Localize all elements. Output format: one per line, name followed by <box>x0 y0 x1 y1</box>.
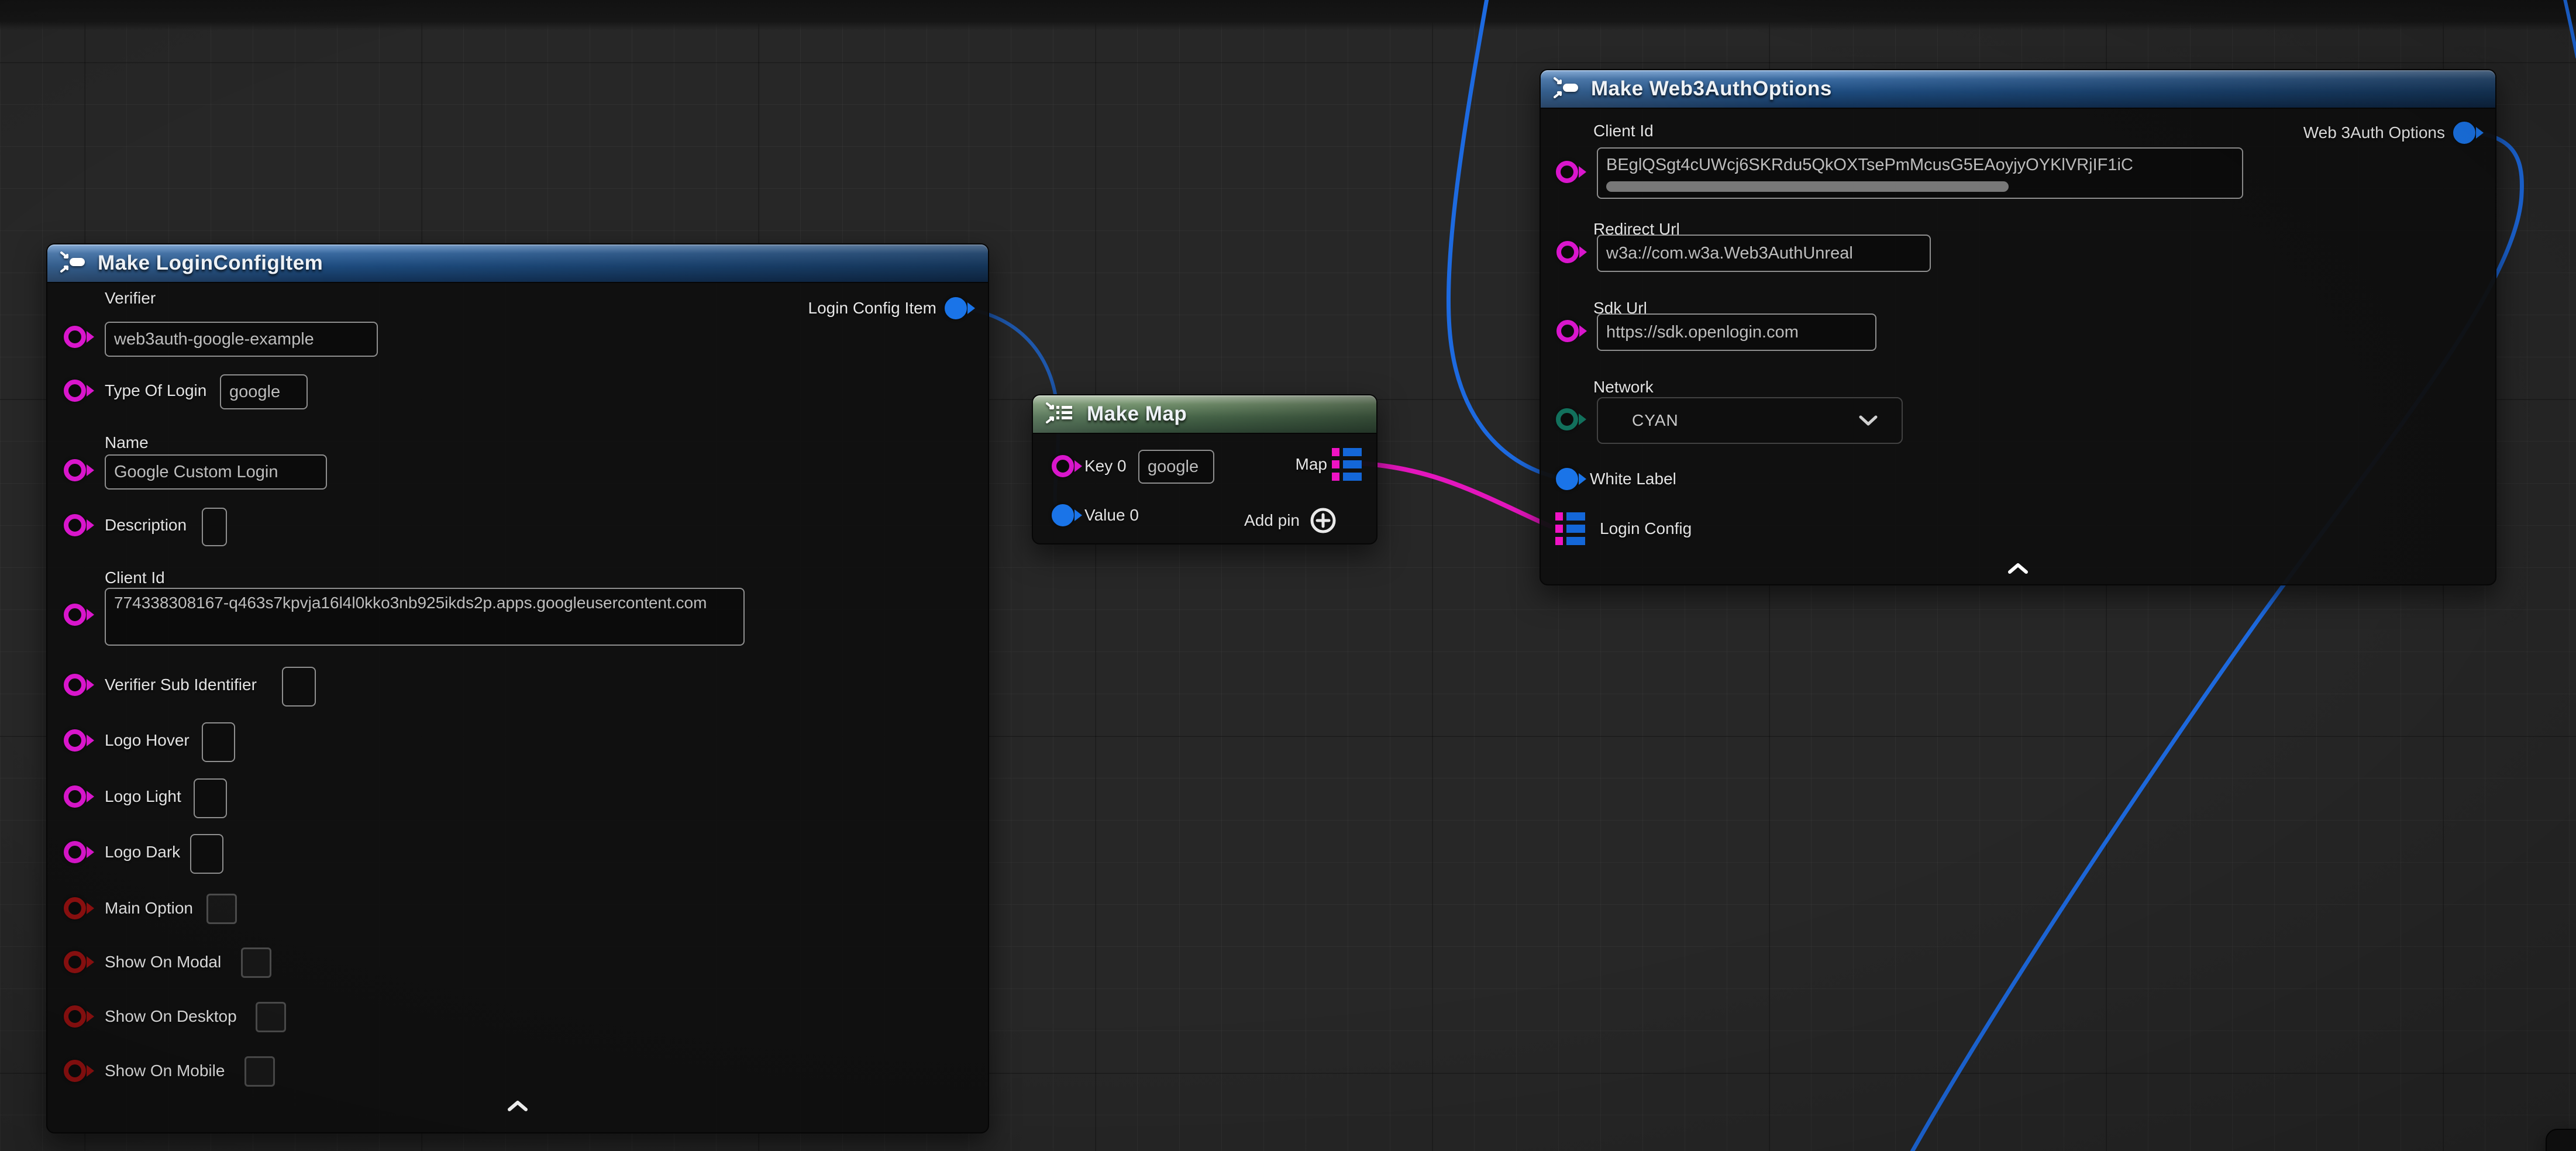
output-pin-label: Login Config Item <box>808 299 936 318</box>
pin-label-client-id: Client Id <box>1593 122 1654 140</box>
pin-label-show-on-modal: Show On Modal <box>105 953 221 971</box>
pin-sdk-url[interactable] <box>1556 320 1579 342</box>
logo-hover-input[interactable] <box>202 722 235 762</box>
node-title: Make Map <box>1087 402 1187 426</box>
pin-verifier-sub-identifier[interactable] <box>64 674 86 696</box>
plus-circle-icon <box>1309 506 1337 535</box>
chevron-up-icon <box>506 1100 529 1112</box>
pin-login-config[interactable] <box>1555 512 1585 545</box>
pin-network[interactable] <box>1556 408 1578 430</box>
description-input[interactable] <box>202 508 227 546</box>
pin-map-output[interactable] <box>1332 448 1362 481</box>
pin-logo-dark[interactable] <box>64 841 86 863</box>
make-struct-icon <box>1554 76 1580 102</box>
pin-label-show-on-mobile: Show On Mobile <box>105 1062 225 1080</box>
verifier-input[interactable]: web3auth-google-example <box>105 322 378 357</box>
main-option-checkbox[interactable] <box>206 894 237 924</box>
pin-label-value-0: Value 0 <box>1084 506 1139 525</box>
pin-logo-hover[interactable] <box>64 729 86 752</box>
node-title: Make Web3AuthOptions <box>1591 77 1832 101</box>
pin-web3auth-options-output[interactable] <box>2453 122 2475 144</box>
pin-type-of-login[interactable] <box>64 380 86 402</box>
pin-value-0[interactable] <box>1052 504 1074 526</box>
name-input[interactable]: Google Custom Login <box>105 454 327 490</box>
add-pin-button[interactable]: Add pin <box>1244 506 1337 535</box>
client-id-input[interactable]: 774338308167-q463s7kpvja16l4l0kko3nb925i… <box>105 588 745 646</box>
pin-label-logo-hover: Logo Hover <box>105 731 190 750</box>
pin-label-type-of-login: Type Of Login <box>105 381 206 400</box>
network-dropdown[interactable]: CYAN <box>1597 397 1903 444</box>
pin-name[interactable] <box>64 459 86 481</box>
type-of-login-input[interactable]: google <box>220 374 308 409</box>
blueprint-graph-canvas[interactable]: Make LoginConfigItem Login Config Item V… <box>0 0 2576 1151</box>
offscreen-node-corner[interactable] <box>2546 1129 2576 1151</box>
wire-map-to-loginconfig[interactable] <box>1359 463 1551 526</box>
pin-white-label[interactable] <box>1556 468 1578 490</box>
node-make-map[interactable]: Make Map Key 0 google Map Value 0 Add pi… <box>1032 394 1377 545</box>
pin-show-on-modal[interactable] <box>64 951 86 973</box>
node-header[interactable]: Make LoginConfigItem <box>47 244 988 282</box>
node-header[interactable]: Make Map <box>1033 395 1376 433</box>
pin-label-client-id: Client Id <box>105 568 165 587</box>
show-on-mobile-checkbox[interactable] <box>244 1056 275 1087</box>
chevron-down-icon <box>1858 415 1878 426</box>
pin-verifier[interactable] <box>64 326 86 348</box>
pin-description[interactable] <box>64 514 86 536</box>
pin-label-login-config: Login Config <box>1600 519 1692 538</box>
pin-label-name: Name <box>105 433 149 452</box>
pin-key-0[interactable] <box>1052 455 1074 477</box>
redirect-url-input[interactable]: w3a://com.w3a.Web3AuthUnreal <box>1597 235 1931 272</box>
pin-label-main-option: Main Option <box>105 899 193 918</box>
logo-light-input[interactable] <box>194 778 227 818</box>
chevron-up-icon <box>2006 562 2030 575</box>
client-id-scrollbar[interactable] <box>1606 181 2009 192</box>
pin-show-on-mobile[interactable] <box>64 1060 86 1082</box>
pin-client-id[interactable] <box>1556 161 1578 183</box>
pin-label-verifier: Verifier <box>105 289 156 308</box>
pin-label-map-output: Map <box>1296 455 1327 474</box>
add-pin-label: Add pin <box>1244 511 1300 530</box>
pin-login-config-item-output[interactable] <box>945 297 967 319</box>
pin-label-logo-light: Logo Light <box>105 787 181 806</box>
pin-label-network: Network <box>1593 378 1654 397</box>
pin-label-description: Description <box>105 516 187 535</box>
collapse-node-button[interactable] <box>506 1100 529 1115</box>
client-id-input[interactable]: BEglQSgt4cUWcj6SKRdu5QkOXTsePmMcusG5EAoy… <box>1597 147 2243 199</box>
node-make-web3authoptions[interactable]: Make Web3AuthOptions Web 3Auth Options C… <box>1540 69 2496 585</box>
pin-label-verifier-sub-identifier: Verifier Sub Identifier <box>105 676 257 694</box>
pin-client-id[interactable] <box>64 604 86 626</box>
sdk-url-input[interactable]: https://sdk.openlogin.com <box>1597 313 1876 351</box>
pin-label-logo-dark: Logo Dark <box>105 843 180 861</box>
node-header[interactable]: Make Web3AuthOptions <box>1541 70 2495 108</box>
collapse-node-button[interactable] <box>2006 562 2030 578</box>
pin-main-option[interactable] <box>64 897 86 919</box>
pin-redirect-url[interactable] <box>1556 241 1579 263</box>
make-map-icon <box>1046 401 1076 428</box>
output-pin-label: Web 3Auth Options <box>2303 123 2445 142</box>
node-make-loginconfigitem[interactable]: Make LoginConfigItem Login Config Item V… <box>46 243 989 1133</box>
make-struct-icon <box>60 250 87 277</box>
verifier-sub-identifier-input[interactable] <box>282 667 316 707</box>
pin-label-white-label: White Label <box>1590 470 1676 488</box>
pin-logo-light[interactable] <box>64 785 86 808</box>
logo-dark-input[interactable] <box>190 834 223 874</box>
pin-show-on-desktop[interactable] <box>64 1005 86 1028</box>
pin-label-show-on-desktop: Show On Desktop <box>105 1007 237 1026</box>
key-0-input[interactable]: google <box>1138 450 1214 484</box>
pin-label-key-0: Key 0 <box>1084 457 1127 475</box>
wire-edge-stub[interactable] <box>2564 0 2576 57</box>
show-on-modal-checkbox[interactable] <box>241 947 271 978</box>
node-title: Make LoginConfigItem <box>98 251 323 275</box>
show-on-desktop-checkbox[interactable] <box>256 1002 286 1032</box>
